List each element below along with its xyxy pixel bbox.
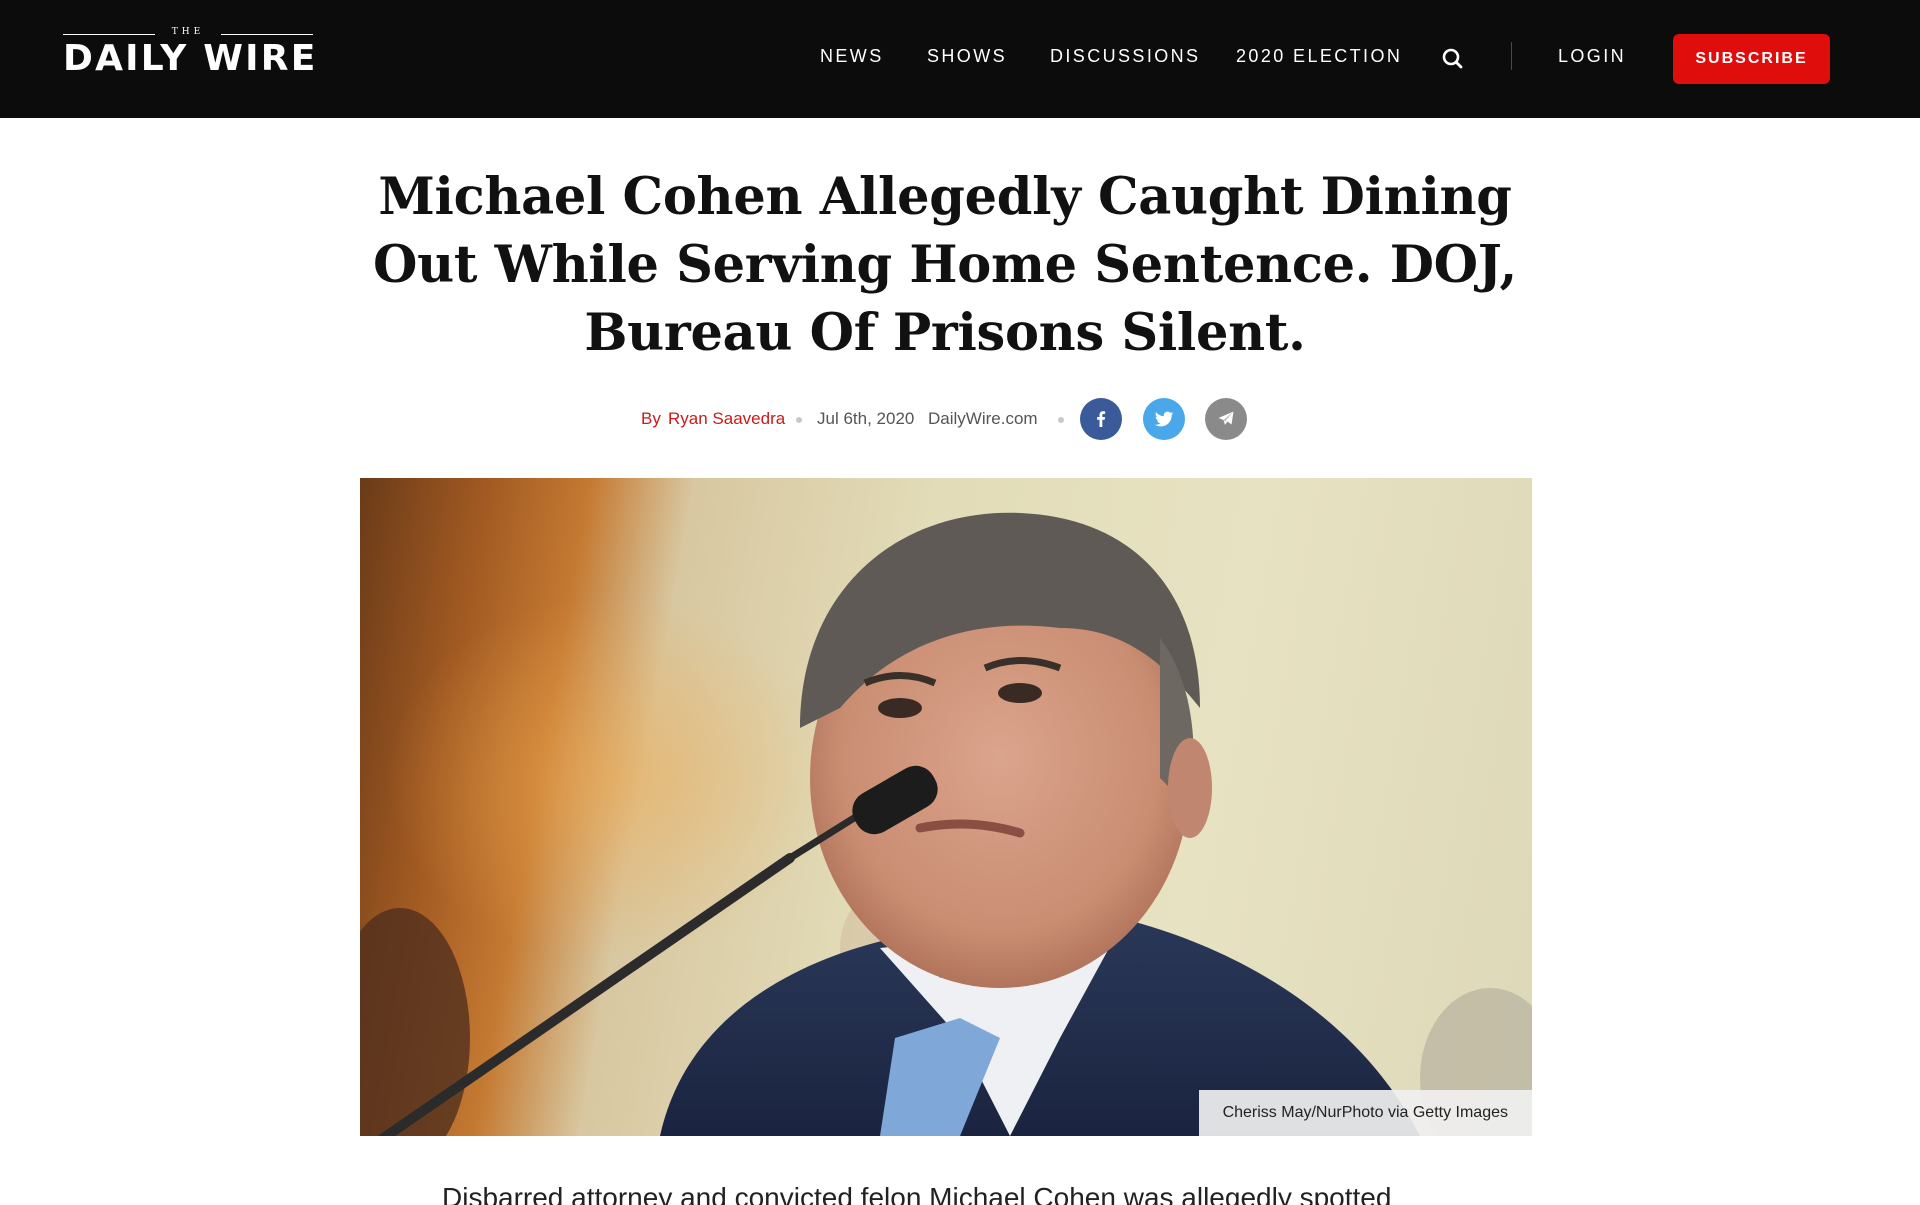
publish-date: Jul 6th, 2020 bbox=[817, 409, 915, 428]
nav-item-discussions[interactable]: DISCUSSIONS bbox=[1050, 46, 1200, 67]
byline-separator-dot bbox=[796, 417, 802, 423]
nav-divider bbox=[1511, 42, 1512, 70]
image-caption: Cheriss May/NurPhoto via Getty Images bbox=[1198, 1090, 1532, 1136]
site-header: THE DAILY WIRE NEWS SHOWS DISCUSSIONS 20… bbox=[0, 0, 1920, 118]
nav-item-2020-election[interactable]: 2020 ELECTION bbox=[1236, 46, 1402, 67]
email-send-icon bbox=[1218, 411, 1234, 425]
article-byline: By Ryan Saavedra Jul 6th, 2020 DailyWire… bbox=[0, 395, 1920, 443]
login-link[interactable]: LOGIN bbox=[1558, 46, 1626, 67]
article-headline: Michael Cohen Allegedly Caught Dining Ou… bbox=[373, 167, 1517, 363]
subscribe-button[interactable]: SUBSCRIBE bbox=[1673, 34, 1830, 84]
logo-wordmark: DAILY WIRE bbox=[63, 38, 318, 79]
byline-prefix: By bbox=[641, 409, 661, 428]
author-link[interactable]: Ryan Saavedra bbox=[668, 409, 785, 429]
article-source: DailyWire.com bbox=[928, 409, 1038, 428]
search-button[interactable] bbox=[1440, 46, 1466, 72]
twitter-icon bbox=[1154, 411, 1174, 427]
logo-the: THE bbox=[171, 27, 205, 37]
share-facebook-button[interactable] bbox=[1080, 398, 1122, 440]
search-icon bbox=[1442, 48, 1463, 69]
share-twitter-button[interactable] bbox=[1143, 398, 1185, 440]
byline-separator-dot bbox=[1058, 417, 1064, 423]
facebook-icon bbox=[1097, 411, 1106, 427]
article-hero-image: Cheriss May/NurPhoto via Getty Images bbox=[360, 478, 1532, 1136]
daily-wire-logo[interactable]: THE DAILY WIRE bbox=[63, 27, 318, 79]
nav-item-news[interactable]: NEWS bbox=[820, 46, 884, 67]
logo-rule-right bbox=[221, 34, 313, 35]
nav-item-shows[interactable]: SHOWS bbox=[927, 46, 1007, 67]
hero-photo-illustration bbox=[360, 512, 1532, 1136]
share-email-button[interactable] bbox=[1205, 398, 1247, 440]
article-lead-paragraph: Disbarred attorney and convicted felon M… bbox=[442, 1182, 1392, 1205]
